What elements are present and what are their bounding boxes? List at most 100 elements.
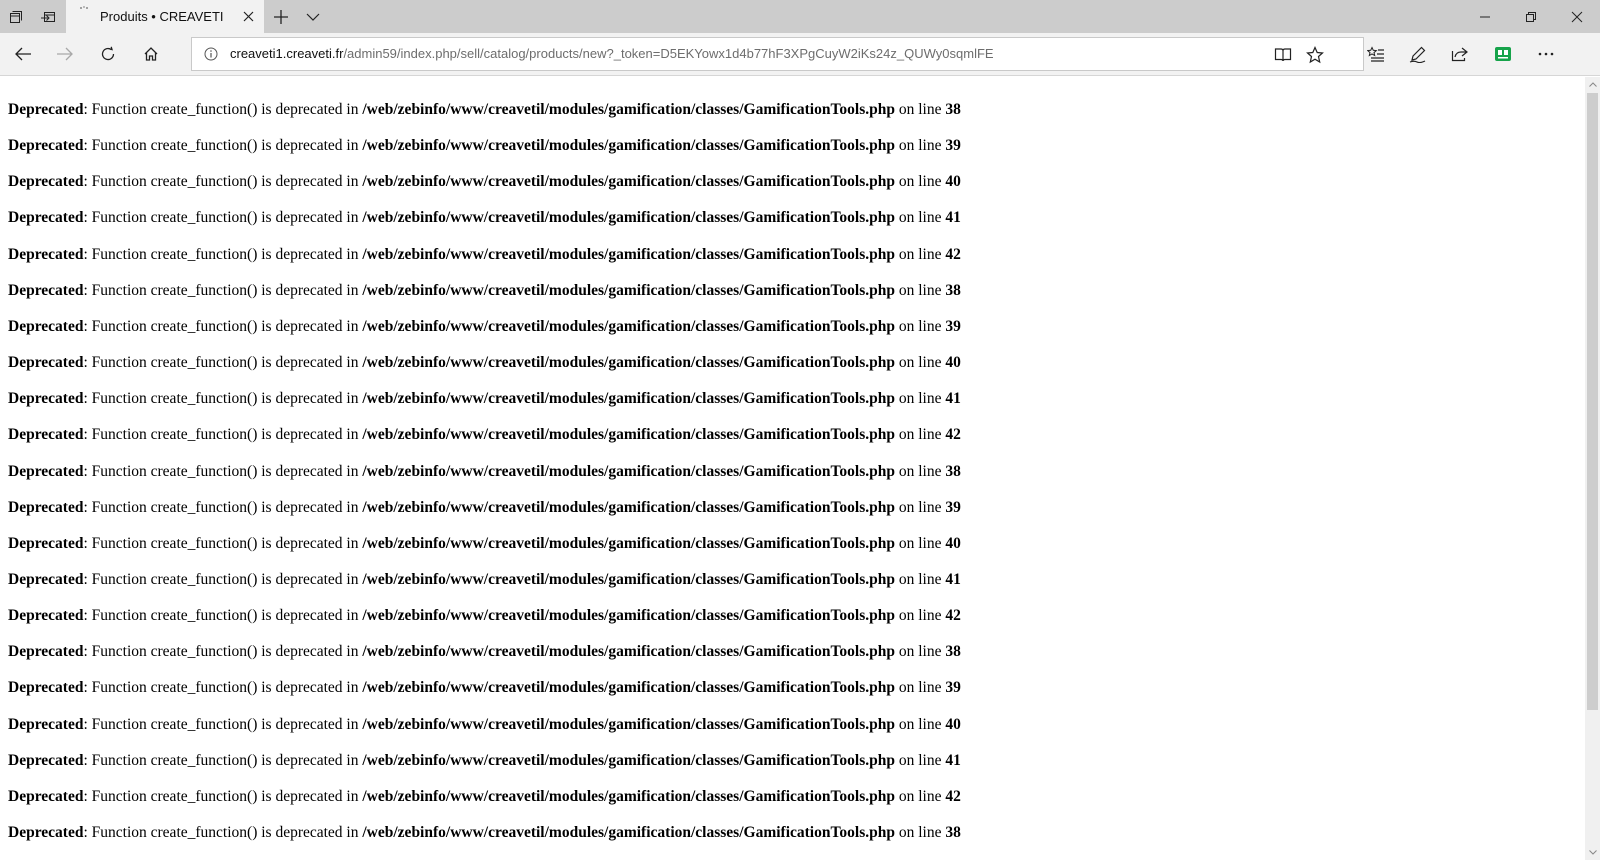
ellipsis-icon — [1538, 52, 1554, 56]
reading-view-button[interactable] — [1272, 44, 1294, 66]
message-text: : Function create_function() is deprecat… — [83, 570, 363, 588]
share-button[interactable] — [1445, 39, 1475, 69]
home-button[interactable] — [136, 39, 166, 69]
message-on-line: on line — [894, 462, 946, 480]
message-level: Deprecated — [8, 715, 84, 733]
chevron-up-icon — [1588, 82, 1597, 87]
chevron-down-icon — [306, 13, 320, 21]
message-line-number: 38 — [945, 462, 961, 480]
message-text: : Function create_function() is deprecat… — [83, 534, 363, 552]
deprecation-message: Deprecated: Function create_function() i… — [8, 426, 961, 444]
message-text: : Function create_function() is deprecat… — [83, 607, 363, 625]
back-button[interactable] — [8, 39, 38, 69]
share-icon — [1451, 47, 1468, 62]
extension-button[interactable] — [1488, 39, 1518, 69]
message-level: Deprecated — [8, 534, 84, 552]
new-tab-button[interactable] — [264, 0, 298, 33]
navigation-bar: creaveti1.creaveti.fr/admin59/index.php/… — [0, 33, 1600, 76]
forward-button[interactable] — [50, 39, 80, 69]
scroll-up-button[interactable] — [1585, 77, 1600, 92]
message-line-number: 39 — [945, 679, 961, 697]
tab-close-button[interactable] — [240, 8, 256, 24]
message-file: /web/zebinfo/www/creavetil/modules/gamif… — [362, 281, 895, 299]
message-file: /web/zebinfo/www/creavetil/modules/gamif… — [362, 245, 895, 263]
message-line-number: 41 — [945, 209, 961, 227]
tab-produits[interactable]: Produits • CREAVETI — [66, 0, 264, 33]
message-level: Deprecated — [8, 570, 84, 588]
deprecation-message: Deprecated: Function create_function() i… — [8, 535, 961, 553]
message-on-line: on line — [894, 101, 946, 118]
message-on-line: on line — [894, 498, 946, 516]
message-on-line: on line — [894, 570, 946, 588]
message-file: /web/zebinfo/www/creavetil/modules/gamif… — [362, 751, 895, 769]
site-info-icon[interactable] — [204, 47, 218, 61]
deprecation-message: Deprecated: Function create_function() i… — [8, 643, 961, 661]
message-text: : Function create_function() is deprecat… — [83, 137, 363, 155]
web-note-button[interactable] — [1403, 39, 1433, 69]
loading-favicon-icon — [78, 6, 92, 16]
message-level: Deprecated — [8, 137, 84, 155]
chevron-down-icon — [1588, 850, 1597, 855]
deprecation-message: Deprecated: Function create_function() i… — [8, 173, 961, 191]
message-line-number: 42 — [945, 787, 961, 805]
message-on-line: on line — [894, 607, 946, 625]
message-on-line: on line — [894, 390, 946, 408]
set-aside-tabs-button[interactable] — [32, 0, 64, 33]
tab-bar: Produits • CREAVETI — [0, 0, 1600, 33]
message-level: Deprecated — [8, 824, 84, 841]
message-line-number: 42 — [945, 245, 961, 263]
message-level: Deprecated — [8, 101, 84, 118]
deprecation-message: Deprecated: Function create_function() i… — [8, 246, 961, 264]
restore-button[interactable] — [1508, 0, 1554, 33]
message-level: Deprecated — [8, 209, 84, 227]
plus-icon — [274, 9, 288, 24]
deprecation-message: Deprecated: Function create_function() i… — [8, 607, 961, 625]
message-line-number: 41 — [945, 570, 961, 588]
message-line-number: 39 — [945, 498, 961, 516]
message-on-line: on line — [894, 354, 946, 372]
message-level: Deprecated — [8, 679, 84, 697]
message-on-line: on line — [894, 679, 946, 697]
message-level: Deprecated — [8, 462, 84, 480]
tab-title: Produits • CREAVETI — [100, 9, 224, 24]
message-level: Deprecated — [8, 787, 84, 805]
scroll-thumb[interactable] — [1587, 93, 1598, 710]
message-level: Deprecated — [8, 498, 84, 516]
vertical-scrollbar[interactable] — [1585, 77, 1600, 860]
deprecation-message: Deprecated: Function create_function() i… — [8, 752, 961, 770]
arrow-right-icon — [57, 47, 73, 61]
message-on-line: on line — [894, 317, 946, 335]
message-line-number: 39 — [945, 317, 961, 335]
message-line-number: 38 — [945, 643, 961, 661]
message-text: : Function create_function() is deprecat… — [83, 173, 363, 191]
message-text: : Function create_function() is deprecat… — [83, 498, 363, 516]
message-line-number: 41 — [945, 751, 961, 769]
message-file: /web/zebinfo/www/creavetil/modules/gamif… — [362, 173, 895, 191]
message-text: : Function create_function() is deprecat… — [83, 751, 363, 769]
tabs-aside-icon — [10, 10, 22, 23]
message-line-number: 41 — [945, 390, 961, 408]
scroll-down-button[interactable] — [1585, 845, 1600, 860]
url-text[interactable]: creaveti1.creaveti.fr/admin59/index.php/… — [230, 46, 994, 61]
favorite-button[interactable] — [1304, 44, 1326, 66]
window-controls — [1462, 0, 1600, 33]
pen-icon — [1409, 46, 1426, 63]
tab-actions-button[interactable] — [0, 0, 32, 33]
more-menu-button[interactable] — [1531, 39, 1561, 69]
tab-preview-button[interactable] — [298, 0, 328, 33]
refresh-button[interactable] — [93, 39, 123, 69]
message-file: /web/zebinfo/www/creavetil/modules/gamif… — [362, 137, 895, 155]
message-text: : Function create_function() is deprecat… — [83, 390, 363, 408]
address-bar[interactable]: creaveti1.creaveti.fr/admin59/index.php/… — [191, 37, 1364, 71]
favorites-hub-button[interactable] — [1361, 39, 1391, 69]
message-text: : Function create_function() is deprecat… — [83, 245, 363, 263]
message-level: Deprecated — [8, 173, 84, 191]
close-window-button[interactable] — [1554, 0, 1600, 33]
minimize-button[interactable] — [1462, 0, 1508, 33]
message-file: /web/zebinfo/www/creavetil/modules/gamif… — [362, 390, 895, 408]
deprecation-message: Deprecated: Function create_function() i… — [8, 463, 961, 481]
home-icon — [144, 47, 158, 61]
message-file: /web/zebinfo/www/creavetil/modules/gamif… — [362, 679, 895, 697]
deprecation-message: Deprecated: Function create_function() i… — [8, 318, 961, 336]
arrow-left-icon — [15, 47, 31, 61]
